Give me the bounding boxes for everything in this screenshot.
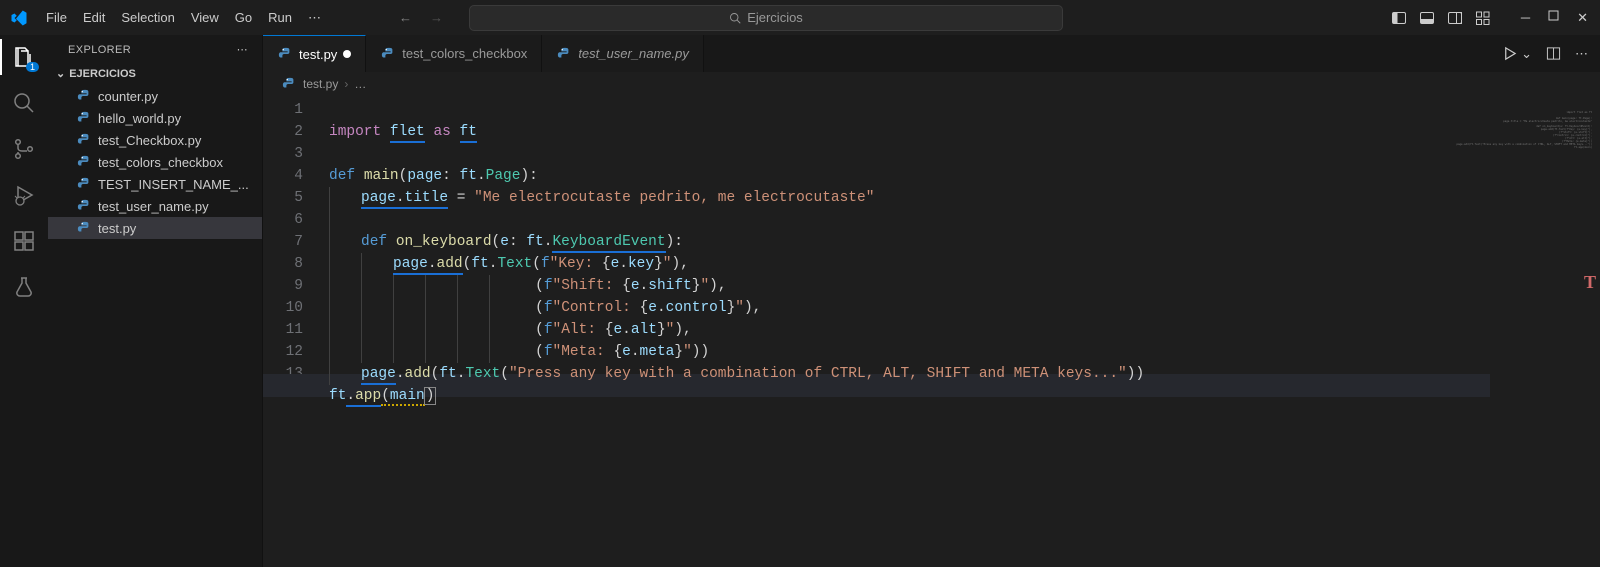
layout-controls: [1391, 10, 1491, 26]
customize-layout-icon[interactable]: [1475, 10, 1491, 26]
tab-active[interactable]: test.py: [263, 35, 366, 72]
sidebar-title: EXPLORER: [68, 44, 131, 56]
python-file-icon: [76, 110, 92, 126]
sidebar-header: EXPLORER ⋯: [48, 35, 262, 64]
tab-preview[interactable]: test_user_name.py: [542, 35, 704, 72]
file-item-active[interactable]: test.py: [48, 217, 262, 239]
explorer-icon[interactable]: 1: [12, 45, 36, 69]
error-indicator-icon: T: [1584, 271, 1596, 293]
editor-group: test.py test_colors_checkbox test_user_n…: [263, 35, 1600, 567]
sidebar-more-icon[interactable]: ⋯: [237, 43, 248, 56]
python-file-icon: [281, 76, 297, 92]
file-item[interactable]: counter.py: [48, 85, 262, 107]
python-file-icon: [76, 176, 92, 192]
run-debug-icon[interactable]: [12, 183, 36, 207]
file-item[interactable]: test_colors_checkbox: [48, 151, 262, 173]
python-file-icon: [277, 46, 293, 62]
tab-more-icon[interactable]: ⋯: [1575, 46, 1588, 62]
chevron-down-icon: ⌄: [56, 67, 65, 80]
folder-name: EJERCICIOS: [69, 68, 136, 80]
python-file-icon: [380, 46, 396, 62]
menu-overflow[interactable]: ⋯: [300, 6, 329, 30]
titlebar: File Edit Selection View Go Run ⋯ ← → Ej…: [0, 0, 1600, 35]
window-controls: ─ ✕: [1521, 10, 1588, 26]
breadcrumb[interactable]: test.py › …: [263, 72, 1600, 96]
toggle-panel-left-icon[interactable]: [1391, 10, 1407, 26]
file-item[interactable]: hello_world.py: [48, 107, 262, 129]
breadcrumb-ellipsis: …: [354, 77, 366, 91]
explorer-badge: 1: [26, 62, 39, 72]
tab-label: test_user_name.py: [578, 46, 689, 61]
folder-header[interactable]: ⌄ EJERCICIOS: [48, 64, 262, 83]
file-item[interactable]: test_user_name.py: [48, 195, 262, 217]
maximize-icon[interactable]: [1548, 10, 1559, 26]
file-item[interactable]: TEST_INSERT_NAME_...: [48, 173, 262, 195]
menu-run[interactable]: Run: [260, 6, 300, 30]
split-editor-icon[interactable]: [1546, 46, 1561, 61]
search-icon: [729, 12, 741, 24]
unsaved-dot-icon: [343, 50, 351, 58]
activity-bar: 1: [0, 35, 48, 567]
toggle-panel-right-icon[interactable]: [1447, 10, 1463, 26]
code-editor[interactable]: 12345678910111213 import flet as ft def …: [263, 96, 1600, 567]
tab[interactable]: test_colors_checkbox: [366, 35, 542, 72]
line-numbers: 12345678910111213: [263, 96, 319, 567]
python-file-icon: [556, 46, 572, 62]
run-file-icon[interactable]: [1502, 46, 1517, 61]
toggle-panel-bottom-icon[interactable]: [1419, 10, 1435, 26]
tab-label: test.py: [299, 47, 337, 62]
tab-actions: ⌄ ⋯: [1490, 35, 1600, 72]
python-file-icon: [76, 198, 92, 214]
main-menu: File Edit Selection View Go Run ⋯: [38, 6, 329, 30]
menu-edit[interactable]: Edit: [75, 6, 113, 30]
python-file-icon: [76, 132, 92, 148]
python-file-icon: [76, 220, 92, 236]
menu-go[interactable]: Go: [227, 6, 260, 30]
command-center[interactable]: Ejercicios: [469, 5, 1063, 31]
close-icon[interactable]: ✕: [1577, 10, 1588, 26]
source-control-icon[interactable]: [12, 137, 36, 161]
nav-back-icon[interactable]: ←: [399, 10, 412, 25]
explorer-sidebar: EXPLORER ⋯ ⌄ EJERCICIOS counter.py hello…: [48, 35, 263, 567]
python-file-icon: [76, 154, 92, 170]
minimap[interactable]: import flet as ft def main(page: ft.Page…: [1490, 96, 1600, 567]
file-item[interactable]: test_Checkbox.py: [48, 129, 262, 151]
breadcrumb-file: test.py: [303, 77, 338, 91]
nav-arrows: ← →: [399, 10, 443, 25]
minimize-icon[interactable]: ─: [1521, 10, 1530, 26]
testing-icon[interactable]: [12, 275, 36, 299]
search-activity-icon[interactable]: [12, 91, 36, 115]
tab-label: test_colors_checkbox: [402, 46, 527, 61]
tab-bar: test.py test_colors_checkbox test_user_n…: [263, 35, 1600, 72]
search-text: Ejercicios: [747, 10, 803, 25]
menu-selection[interactable]: Selection: [113, 6, 182, 30]
code-content[interactable]: import flet as ft def main(page: ft.Page…: [319, 96, 1600, 567]
extensions-icon[interactable]: [12, 229, 36, 253]
menu-file[interactable]: File: [38, 6, 75, 30]
file-list: counter.py hello_world.py test_Checkbox.…: [48, 83, 262, 241]
nav-forward-icon[interactable]: →: [430, 10, 443, 25]
breadcrumb-sep: ›: [344, 77, 348, 91]
vscode-logo-icon: [6, 9, 32, 27]
python-file-icon: [76, 88, 92, 104]
menu-view[interactable]: View: [183, 6, 227, 30]
run-dropdown-icon[interactable]: ⌄: [1521, 46, 1532, 62]
